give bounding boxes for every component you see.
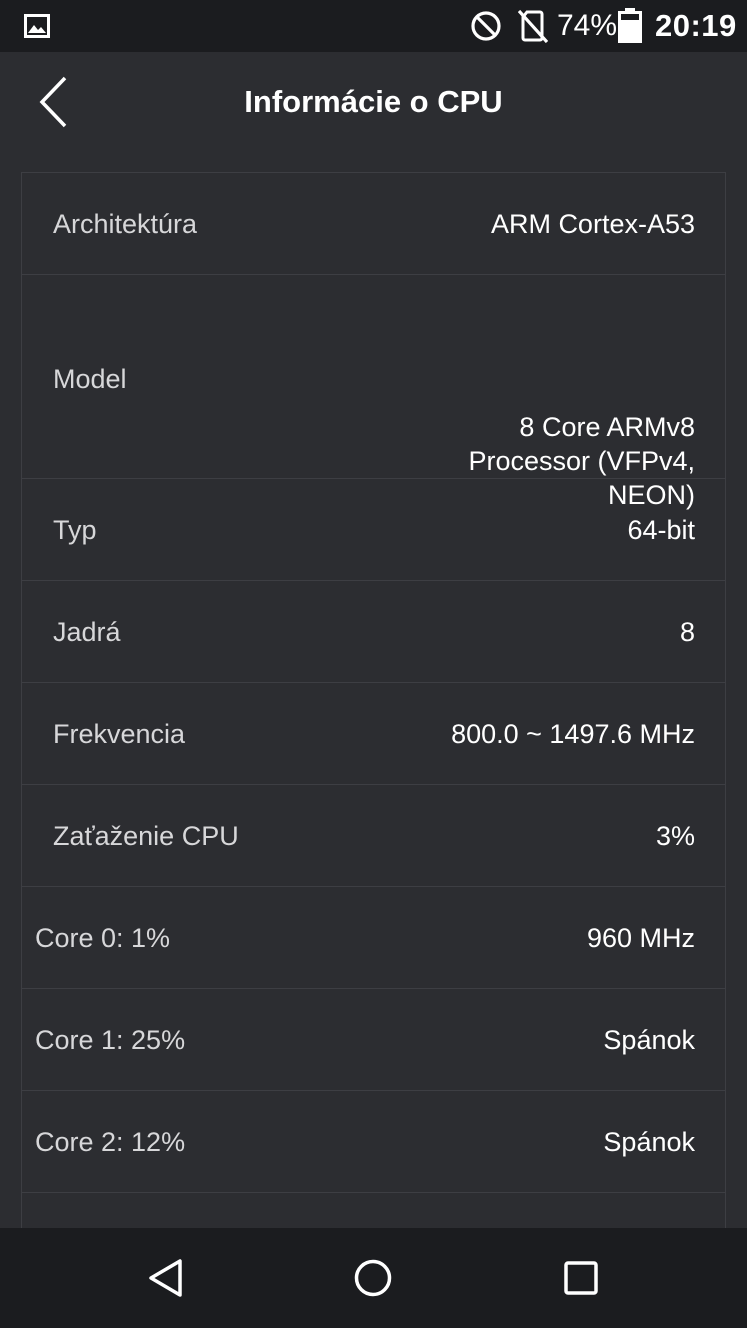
core-row-0: Core 0: 1% 960 MHz: [22, 887, 725, 989]
cpu-info-card: Architektúra ARM Cortex-A53 Model 8 Core…: [21, 172, 726, 1229]
nav-recents-icon[interactable]: [561, 1258, 601, 1298]
core-row-2: Core 2: 12% Spánok: [22, 1091, 725, 1193]
info-row-type: Typ 64-bit: [22, 479, 725, 581]
row-value: 800.0 ~ 1497.6 MHz: [451, 719, 695, 749]
navigation-bar: [0, 1228, 747, 1328]
row-label: Jadrá: [53, 617, 121, 647]
core-value: Spánok: [603, 1127, 695, 1157]
no-sim-icon: [518, 9, 548, 43]
status-bar: 74% 20:19: [0, 0, 747, 52]
row-value-line: 8 Core ARMv8: [519, 412, 695, 442]
info-row-frequency: Frekvencia 800.0 ~ 1497.6 MHz: [22, 683, 725, 785]
row-value: 8: [679, 617, 695, 647]
nav-home-icon[interactable]: [353, 1258, 393, 1298]
row-value: 3%: [655, 821, 695, 851]
battery-percent: 74%: [557, 9, 618, 42]
row-label: Zaťaženie CPU: [53, 821, 239, 851]
clock: 20:19: [655, 8, 737, 43]
core-row-1: Core 1: 25% Spánok: [22, 989, 725, 1091]
info-row-cpu-load: Zaťaženie CPU 3%: [22, 785, 725, 887]
info-row-model: Model 8 Core ARMv8 Processor (VFPv4, NEO…: [22, 275, 725, 510]
battery-icon: [618, 8, 642, 43]
core-value: 960 MHz: [586, 923, 695, 953]
row-label: Model: [53, 364, 127, 394]
page-title: Informácie o CPU: [244, 84, 503, 119]
app-bar: Informácie o CPU: [0, 52, 747, 152]
row-label: Typ: [53, 515, 97, 545]
row-label: Architektúra: [53, 209, 198, 239]
row-value-line: Processor (VFPv4,: [468, 446, 695, 476]
gallery-icon: [24, 14, 50, 38]
core-label: Core 0: 1%: [35, 923, 171, 953]
info-row-cores: Jadrá 8: [22, 581, 725, 683]
row-value: 64-bit: [627, 515, 695, 545]
info-row-architecture: Architektúra ARM Cortex-A53: [22, 173, 725, 275]
do-not-disturb-icon: [471, 11, 501, 41]
core-value: Spánok: [603, 1025, 695, 1055]
row-value: ARM Cortex-A53: [490, 209, 695, 239]
core-row-partial: [22, 1193, 725, 1229]
core-label: Core 1: 25%: [35, 1025, 186, 1055]
row-label: Frekvencia: [53, 719, 186, 749]
core-label: Core 2: 12%: [35, 1127, 186, 1157]
nav-back-icon[interactable]: [146, 1258, 186, 1298]
